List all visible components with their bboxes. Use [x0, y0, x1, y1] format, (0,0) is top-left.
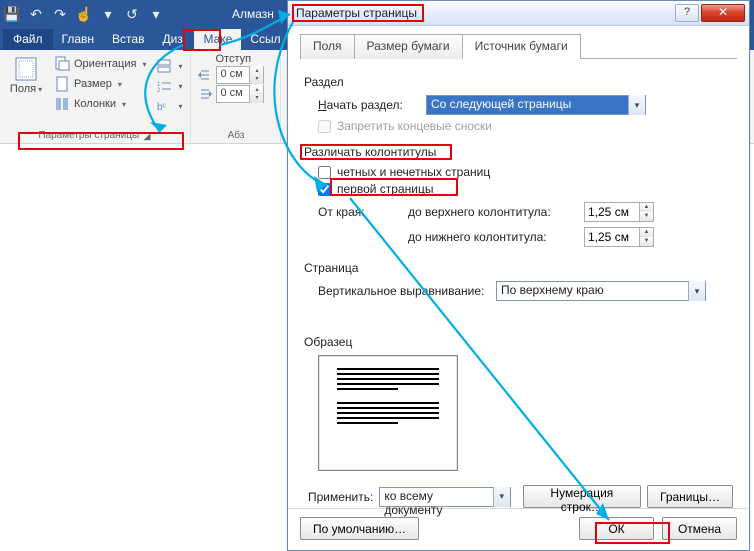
footer-distance-spinner[interactable]: ▲▼: [584, 227, 654, 247]
page-setup-group: Поля Ориентация Размер: [0, 50, 191, 143]
header-distance-input[interactable]: [584, 202, 640, 222]
line-numbers-icon: 12: [156, 78, 172, 94]
breaks-icon: [156, 58, 172, 74]
suppress-endnotes-checkbox: Запретить концевые сноски: [318, 119, 733, 133]
orientation-icon: [54, 56, 70, 72]
page-setup-group-label: Параметры страницы: [38, 130, 139, 141]
touch-mode-icon[interactable]: ☝: [76, 6, 92, 22]
qat-dropdown-icon[interactable]: ▾: [148, 6, 164, 22]
apply-to-combo[interactable]: ко всему документу: [379, 487, 510, 507]
indent-right[interactable]: 0 см: [197, 85, 274, 103]
size-icon: [54, 76, 70, 92]
dialog-title-bar[interactable]: Параметры страницы ? ✕: [288, 1, 749, 26]
start-section-combo[interactable]: Со следующей страницы: [426, 95, 646, 115]
start-section-label: ННачать раздел:ачать раздел:: [318, 98, 418, 112]
preview-heading: Образец: [304, 335, 733, 349]
down-arrow-icon[interactable]: ▼: [640, 237, 653, 246]
down-arrow-icon[interactable]: ▼: [640, 212, 653, 221]
set-default-button[interactable]: По умолчанию…: [300, 517, 419, 540]
from-edge-label: От края:: [318, 202, 388, 219]
indent-left-icon: [197, 67, 213, 83]
headers-footers-heading: Различать колонтитулы: [304, 145, 733, 159]
apply-to-label: Применить:: [308, 490, 373, 504]
dialog-footer: По умолчанию… ОК Отмена: [288, 508, 749, 550]
orientation-label: Ориентация: [74, 58, 136, 70]
header-distance-spinner[interactable]: ▲▼: [584, 202, 654, 222]
save-icon[interactable]: 💾: [4, 6, 20, 22]
ok-button[interactable]: ОК: [579, 517, 654, 540]
page-heading: Страница: [304, 261, 733, 275]
up-arrow-icon[interactable]: ▲: [640, 203, 653, 212]
odd-even-checkbox[interactable]: четных и нечетных страниц: [318, 165, 733, 179]
indent-right-icon: [197, 86, 213, 102]
tab-layout[interactable]: Маке: [194, 29, 241, 50]
borders-dialog-button[interactable]: Границы…: [647, 485, 733, 508]
dialog-tabs: Поля Размер бумаги Источник бумаги: [300, 34, 737, 59]
header-distance-label: до верхнего колонтитула:: [408, 205, 578, 219]
odd-even-label: четных и нечетных страниц: [337, 165, 490, 179]
line-numbers-button[interactable]: 12: [154, 77, 184, 95]
breaks-button[interactable]: [154, 57, 184, 75]
first-page-input[interactable]: [318, 183, 331, 196]
columns-icon: [54, 96, 70, 112]
svg-text:2: 2: [157, 88, 161, 94]
valign-label: Вертикальное выравнивание:: [318, 284, 488, 298]
preview-pane: [318, 355, 458, 471]
indent-right-value[interactable]: 0 см: [216, 85, 264, 103]
customize-qat-icon[interactable]: ▾: [100, 6, 116, 22]
footer-distance-label: до нижнего колонтитула:: [408, 230, 578, 244]
file-tab[interactable]: Файл: [3, 29, 53, 50]
tab-home[interactable]: Главн: [53, 29, 104, 50]
page-setup-dialog-launcher[interactable]: ◢: [142, 131, 152, 141]
indent-heading: Отступ: [197, 53, 274, 65]
repeat-icon[interactable]: ↺: [124, 6, 140, 22]
valign-combo[interactable]: По верхнему краю: [496, 281, 706, 301]
indent-left-value[interactable]: 0 см: [216, 66, 264, 84]
dialog-tab-margins[interactable]: Поля: [300, 34, 355, 59]
paragraph-group: Отступ 0 см 0 см Абз: [191, 50, 281, 143]
size-button[interactable]: Размер: [52, 75, 148, 93]
first-page-checkbox[interactable]: первой страницы: [318, 182, 733, 196]
tab-references[interactable]: Ссыл: [241, 29, 289, 50]
margins-button[interactable]: Поля: [6, 53, 46, 115]
columns-label: Колонки: [74, 98, 116, 110]
page-setup-dialog: Параметры страницы ? ✕ Поля Размер бумаг…: [287, 0, 750, 551]
undo-icon[interactable]: ↶: [28, 6, 44, 22]
margins-label: Поля: [10, 83, 42, 95]
dialog-tab-layout[interactable]: Источник бумаги: [462, 34, 581, 59]
dialog-title: Параметры страницы: [296, 6, 675, 20]
hyphenation-button[interactable]: bᶜ: [154, 97, 184, 115]
section-heading: Раздел: [304, 75, 733, 89]
up-arrow-icon[interactable]: ▲: [640, 228, 653, 237]
document-title: Алмазн: [232, 7, 274, 21]
margins-icon: [12, 57, 40, 81]
dialog-tab-paper[interactable]: Размер бумаги: [354, 34, 463, 59]
dialog-body: Поля Размер бумаги Источник бумаги Разде…: [288, 26, 749, 508]
tab-insert[interactable]: Встав: [103, 29, 153, 50]
odd-even-input[interactable]: [318, 166, 331, 179]
size-label: Размер: [74, 78, 112, 90]
indent-left[interactable]: 0 см: [197, 66, 274, 84]
redo-icon[interactable]: ↷: [52, 6, 68, 22]
paragraph-group-label: Абз: [197, 128, 274, 141]
dialog-help-button[interactable]: ?: [675, 4, 699, 22]
cancel-button[interactable]: Отмена: [662, 517, 737, 540]
dialog-close-button[interactable]: ✕: [701, 4, 745, 22]
hyphenation-icon: bᶜ: [156, 98, 172, 114]
svg-text:bᶜ: bᶜ: [157, 102, 167, 113]
line-numbers-dialog-button[interactable]: Нумерация строк…: [523, 485, 641, 508]
columns-button[interactable]: Колонки: [52, 95, 148, 113]
suppress-endnotes-input: [318, 120, 331, 133]
suppress-endnotes-label: Запретить концевые сноски: [337, 119, 492, 133]
footer-distance-input[interactable]: [584, 227, 640, 247]
orientation-button[interactable]: Ориентация: [52, 55, 148, 73]
tab-design[interactable]: Дизі: [153, 29, 194, 50]
first-page-label: первой страницы: [337, 182, 433, 196]
